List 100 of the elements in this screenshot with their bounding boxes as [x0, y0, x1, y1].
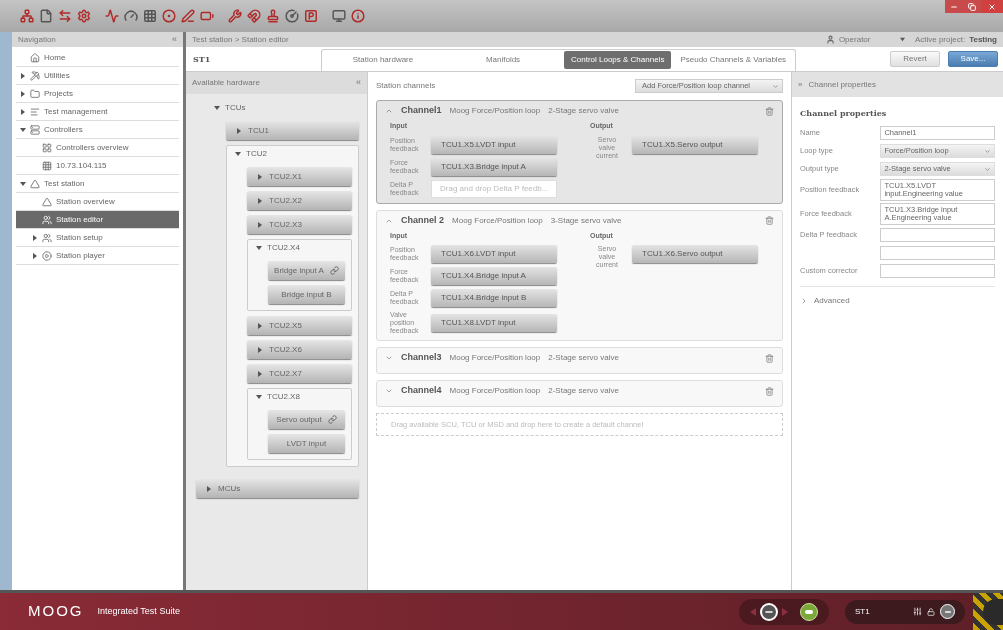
- minus-button[interactable]: [940, 604, 955, 619]
- expanded-icon[interactable]: [256, 245, 262, 251]
- hardware-item[interactable]: Servo output: [268, 410, 345, 429]
- hardware-node[interactable]: TCU2.X7: [247, 364, 352, 383]
- close-icon: [988, 2, 996, 11]
- waveform-icon[interactable]: [105, 9, 119, 23]
- nav-item[interactable]: 10.73.104.115: [16, 157, 179, 175]
- collapse-button[interactable]: «: [356, 76, 361, 90]
- assigned-slot[interactable]: TCU1.X5.Servo output: [632, 135, 758, 154]
- hardware-node[interactable]: TCU2.X2: [247, 191, 352, 210]
- collapsed-icon[interactable]: [20, 90, 26, 97]
- expanded-icon[interactable]: [20, 180, 26, 187]
- expand-button[interactable]: »: [798, 78, 803, 91]
- transfer-icon[interactable]: [58, 9, 72, 23]
- channel-card[interactable]: [376, 100, 783, 204]
- magnet-icon[interactable]: [247, 9, 261, 23]
- stop-button[interactable]: [760, 602, 778, 621]
- advanced-section-toggle[interactable]: Advanced: [814, 295, 850, 307]
- assigned-slot[interactable]: TCU1.X8.LVDT input: [431, 314, 557, 332]
- hardware-node[interactable]: TCU2.X3: [247, 215, 352, 234]
- restore-button[interactable]: [963, 0, 981, 13]
- text-field[interactable]: [880, 246, 995, 260]
- text-field[interactable]: [880, 228, 995, 242]
- hierarchy-icon[interactable]: [20, 9, 34, 23]
- nav-item[interactable]: Projects: [16, 85, 179, 103]
- nav-item[interactable]: Controllers overview: [16, 139, 179, 157]
- grid-icon[interactable]: [143, 9, 157, 23]
- expanded-icon[interactable]: [235, 151, 241, 157]
- parking-icon[interactable]: [304, 9, 318, 23]
- action-button[interactable]: Revert: [890, 51, 940, 67]
- hardware-item[interactable]: LVDT input: [268, 434, 345, 453]
- nav-item[interactable]: Station editor: [16, 211, 179, 229]
- gear-icon[interactable]: [77, 9, 91, 23]
- nav-item[interactable]: Home: [16, 49, 179, 67]
- collapsed-icon[interactable]: [257, 370, 263, 377]
- unlock-icon[interactable]: [927, 607, 935, 616]
- gauge-icon[interactable]: [124, 9, 138, 23]
- assigned-slot[interactable]: TCU1.X6.Servo output: [632, 245, 758, 263]
- delete-icon[interactable]: [765, 386, 774, 396]
- hardware-node[interactable]: TCU2.X5: [247, 316, 352, 335]
- hardware-node[interactable]: TCU2.X1: [247, 167, 352, 186]
- assigned-slot[interactable]: TCU1.X6.LVDT input: [431, 245, 557, 263]
- hardware-node[interactable]: TCU1: [226, 121, 359, 140]
- nav-item[interactable]: Controllers: [16, 121, 179, 139]
- text-field[interactable]: [880, 264, 995, 278]
- collapsed-icon[interactable]: [257, 346, 263, 353]
- nav-item[interactable]: Utilities: [16, 67, 179, 85]
- hardware-item[interactable]: Bridge input A: [268, 261, 345, 280]
- tab[interactable]: Pseudo Channels & Variables: [673, 51, 794, 69]
- collapse-icon[interactable]: [385, 107, 393, 115]
- hardware-node[interactable]: TCU2.X6: [247, 340, 352, 359]
- assigned-slot[interactable]: TCU1.X5.LVDT input: [431, 135, 557, 154]
- minimize-button[interactable]: [945, 0, 963, 13]
- assigned-slot[interactable]: TCU1.X4.Bridge input A: [431, 267, 557, 285]
- pen-icon[interactable]: [181, 9, 195, 23]
- collapsed-icon[interactable]: [32, 234, 38, 241]
- collapsed-icon[interactable]: [20, 108, 26, 115]
- go-button[interactable]: [800, 602, 818, 621]
- nav-item[interactable]: Test station: [16, 175, 179, 193]
- nav-item[interactable]: Station player: [16, 247, 179, 265]
- assigned-slot[interactable]: TCU1.X3.Bridge input A: [431, 157, 557, 176]
- collapsed-icon[interactable]: [236, 127, 242, 134]
- delete-icon[interactable]: [765, 216, 774, 225]
- channel-card[interactable]: Channel3 Moog Force/Position loop 2-Stage servo valve: [376, 347, 783, 374]
- record-icon[interactable]: [162, 9, 176, 23]
- delete-icon[interactable]: [765, 353, 774, 363]
- expanded-icon[interactable]: [214, 105, 220, 111]
- document-icon[interactable]: [39, 9, 53, 23]
- action-button[interactable]: Save...: [948, 51, 998, 67]
- collapsed-icon[interactable]: [257, 221, 263, 228]
- wrench-icon[interactable]: [228, 9, 242, 23]
- user-dropdown[interactable]: Operator: [838, 33, 905, 46]
- info-icon[interactable]: [351, 9, 365, 23]
- tab[interactable]: Manifolds: [444, 51, 562, 69]
- collapsed-icon[interactable]: [257, 322, 263, 329]
- assigned-slot[interactable]: TCU1.X4.Bridge input B: [431, 289, 557, 307]
- close-button[interactable]: [981, 0, 1003, 13]
- tab[interactable]: Control Loops & Channels: [564, 51, 672, 69]
- expanded-icon[interactable]: [20, 126, 26, 133]
- hardware-item[interactable]: Bridge input B: [268, 285, 345, 304]
- collapsed-icon[interactable]: [206, 485, 212, 492]
- nav-item[interactable]: Test management: [16, 103, 179, 121]
- collapsed-icon[interactable]: [32, 252, 38, 259]
- expanded-icon[interactable]: [256, 394, 262, 400]
- sliders-icon[interactable]: [913, 607, 922, 616]
- stamp-icon[interactable]: [266, 9, 280, 23]
- expand-icon[interactable]: [385, 354, 393, 362]
- collapse-button[interactable]: «: [172, 32, 177, 47]
- collapsed-icon[interactable]: [20, 72, 26, 79]
- dial-icon[interactable]: [285, 9, 299, 23]
- channel-card[interactable]: Channel4 Moog Force/Position loop 2-Stage servo valve: [376, 380, 783, 407]
- delete-icon[interactable]: [765, 106, 774, 116]
- collapsed-icon[interactable]: [257, 197, 263, 204]
- monitor-icon[interactable]: [332, 9, 346, 23]
- nav-item[interactable]: Station setup: [16, 229, 179, 247]
- hardware-node[interactable]: MCUs: [196, 479, 359, 498]
- battery-icon[interactable]: [200, 9, 214, 23]
- collapsed-icon[interactable]: [257, 173, 263, 180]
- expand-icon[interactable]: [385, 387, 393, 395]
- tab[interactable]: Station hardware: [324, 51, 442, 69]
